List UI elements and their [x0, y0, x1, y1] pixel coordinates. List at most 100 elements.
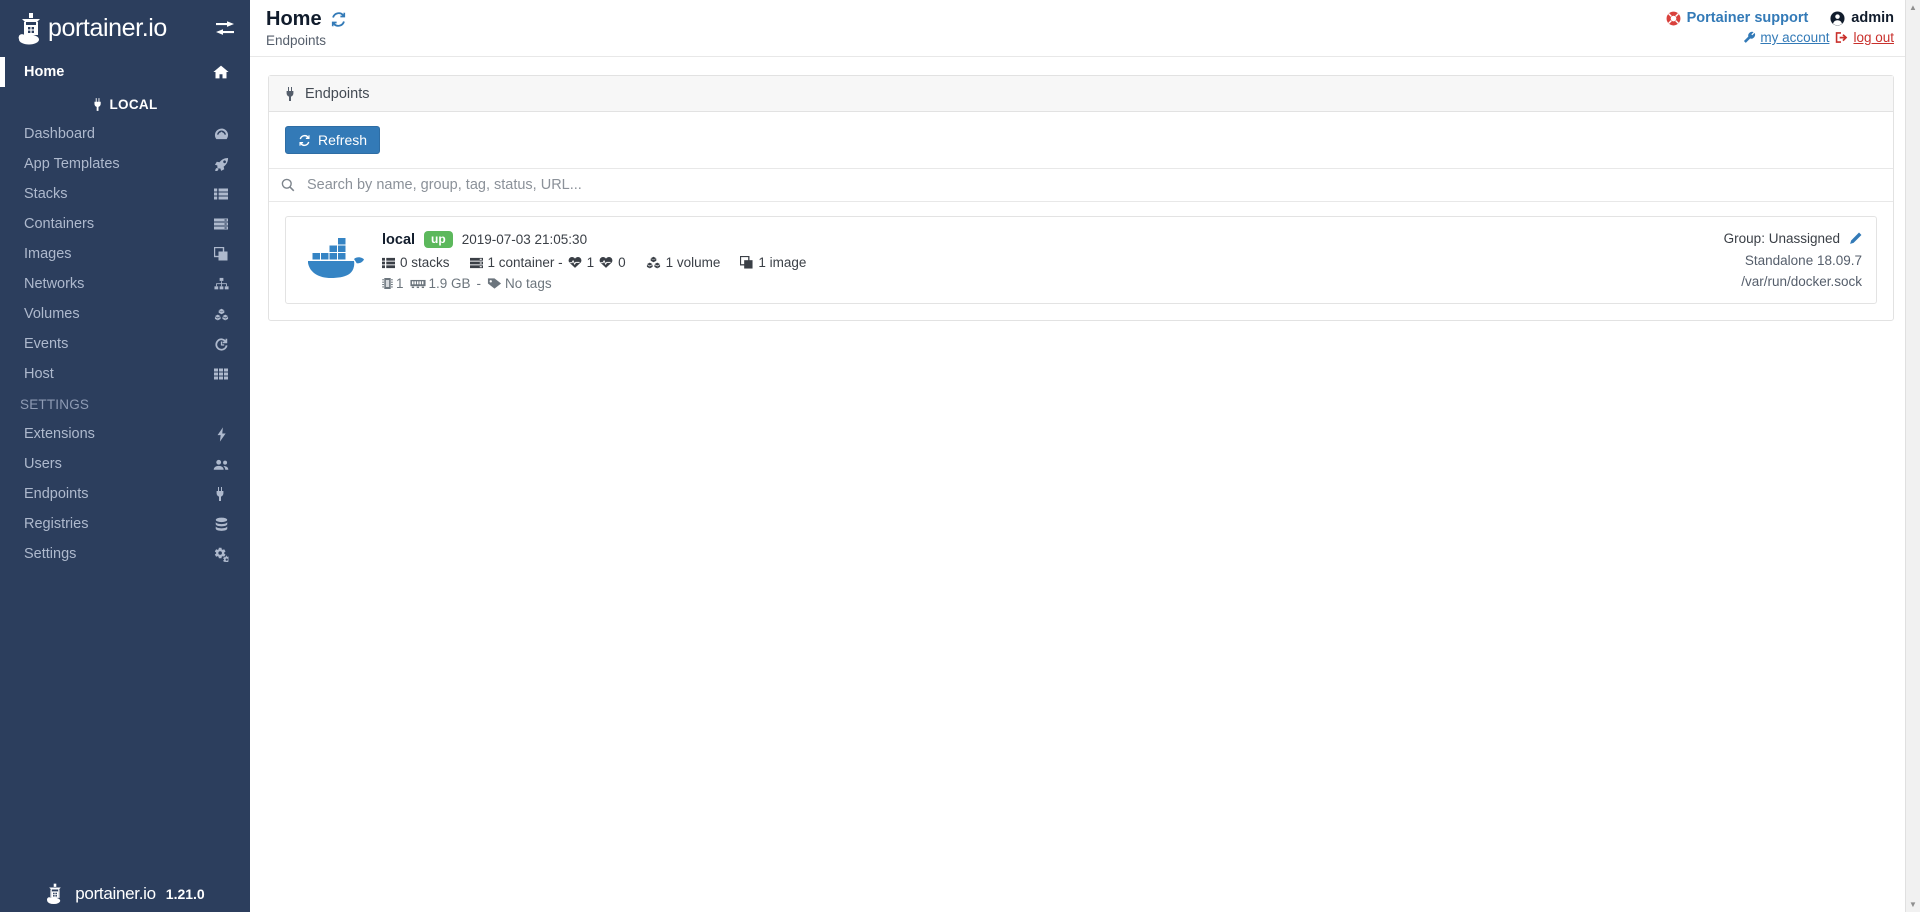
stat-containers-label: 1 container - — [487, 255, 563, 270]
clone-icon — [740, 256, 753, 269]
sidebar-item-label: Settings — [24, 546, 77, 562]
sidebar-item-label: Stacks — [24, 186, 68, 202]
stat-tags: No tags — [487, 276, 552, 291]
plug-icon — [285, 86, 297, 101]
footer-brand-name: portainer.io — [75, 884, 156, 903]
docker-whale-icon — [298, 229, 374, 283]
sidebar-item-containers[interactable]: Containers — [0, 209, 250, 239]
footer-version: 1.21.0 — [165, 886, 205, 902]
separator: - — [476, 276, 482, 291]
plug-icon — [93, 97, 104, 111]
sidebar-item-label: Home — [24, 64, 65, 80]
scroll-down-icon[interactable]: ▼ — [1906, 897, 1920, 912]
sidebar-item-label: Containers — [24, 216, 95, 232]
th-list-icon — [212, 186, 230, 202]
sidebar-section-label: SETTINGS — [20, 396, 90, 412]
sign-out-icon — [1835, 31, 1849, 44]
sidebar-item-networks[interactable]: Networks — [0, 269, 250, 299]
logout-link[interactable]: log out — [1835, 30, 1894, 45]
endpoint-resources: 1 1.9 GB - No tags — [382, 276, 1532, 291]
life-ring-icon — [1666, 11, 1681, 26]
username-label: admin — [1851, 10, 1894, 26]
content-area: Endpoints Refresh Search by name, group,… — [250, 57, 1920, 321]
sidebar-item-label: Users — [24, 456, 62, 472]
sidebar-item-users[interactable]: Users — [0, 449, 250, 479]
unhealthy-count: 0 — [618, 255, 626, 270]
sidebar: portainer.io Home LOCAL Dashboard App Tem… — [0, 0, 250, 912]
sidebar-local-items: Dashboard App Templates Stacks Containers Im… — [0, 119, 250, 389]
user-circle-icon — [1830, 10, 1845, 26]
sidebar-item-label: Networks — [24, 276, 85, 292]
refresh-icon[interactable] — [330, 11, 347, 28]
sidebar-item-volumes[interactable]: Volumes — [0, 299, 250, 329]
sidebar-item-label: Host — [24, 366, 54, 382]
refresh-button[interactable]: Refresh — [285, 126, 381, 154]
sitemap-icon — [212, 276, 230, 292]
sidebar-item-events[interactable]: Events — [0, 329, 250, 359]
portainer-support-label: Portainer support — [1686, 10, 1809, 26]
user-area: Portainer support admin my account log o… — [1666, 8, 1894, 45]
sidebar-item-label: Registries — [24, 516, 89, 532]
portainer-support-link[interactable]: Portainer support — [1666, 10, 1809, 26]
sidebar-item-label: Images — [24, 246, 72, 262]
heartbeat-green-icon — [568, 256, 582, 269]
server-icon — [212, 216, 230, 232]
toggle-sidebar-icon[interactable] — [214, 18, 236, 40]
my-account-label: my account — [1760, 30, 1830, 45]
my-account-link[interactable]: my account — [1743, 30, 1829, 45]
endpoint-info: local up 2019-07-03 21:05:30 0 stacks 1 … — [374, 229, 1532, 291]
wrench-icon — [1743, 31, 1756, 44]
stat-volumes: 1 volume — [646, 255, 721, 270]
endpoint-card[interactable]: local up 2019-07-03 21:05:30 0 stacks 1 … — [285, 216, 1877, 304]
stat-tags-label: No tags — [505, 276, 552, 291]
endpoint-url: /var/run/docker.sock — [1741, 274, 1862, 289]
breadcrumb: Endpoints — [266, 33, 327, 48]
sidebar-item-endpoints[interactable]: Endpoints — [0, 479, 250, 509]
sidebar-item-app-templates[interactable]: App Templates — [0, 149, 250, 179]
sidebar-section-local: LOCAL — [0, 89, 250, 119]
clone-icon — [212, 246, 230, 262]
endpoint-meta: Group: Unassigned Standalone 18.09.7 /va… — [1532, 229, 1862, 289]
microchip-icon — [382, 277, 393, 290]
sidebar-item-settings[interactable]: Settings — [0, 539, 250, 569]
page-header: Home Endpoints — [266, 8, 347, 48]
endpoints-list: local up 2019-07-03 21:05:30 0 stacks 1 … — [285, 202, 1877, 320]
scroll-up-icon[interactable]: ▲ — [1906, 0, 1920, 15]
user-menu[interactable]: admin — [1830, 10, 1894, 26]
server-icon — [469, 257, 483, 269]
stat-images-label: 1 image — [758, 255, 807, 270]
bolt-icon — [212, 426, 230, 442]
memory-icon — [409, 278, 426, 289]
healthy-count: 1 — [586, 255, 595, 270]
stat-stacks: 0 stacks — [382, 255, 450, 270]
sidebar-item-host[interactable]: Host — [0, 359, 250, 389]
sidebar-item-label: App Templates — [24, 156, 120, 172]
heartbeat-red-icon — [599, 256, 613, 269]
sidebar-item-label: Extensions — [24, 426, 95, 442]
stat-images: 1 image — [740, 255, 806, 270]
sidebar-item-extensions[interactable]: Extensions — [0, 419, 250, 449]
sidebar-item-home[interactable]: Home — [0, 57, 250, 87]
sidebar-item-images[interactable]: Images — [0, 239, 250, 269]
gears-icon — [212, 546, 230, 562]
plug-icon — [212, 486, 230, 502]
panel-body: Refresh Search by name, group, tag, stat… — [269, 112, 1893, 320]
sidebar-item-label: Dashboard — [24, 126, 95, 142]
sidebar-item-stacks[interactable]: Stacks — [0, 179, 250, 209]
cubes-icon — [646, 256, 661, 269]
sidebar-settings-items: Extensions Users Endpoints Registries Settin… — [0, 419, 250, 569]
brand-header: portainer.io — [0, 0, 250, 57]
brand-name: portainer.io — [48, 14, 167, 42]
th-icon — [212, 366, 230, 382]
sidebar-item-registries[interactable]: Registries — [0, 509, 250, 539]
pencil-icon[interactable] — [1849, 232, 1862, 245]
sidebar-item-dashboard[interactable]: Dashboard — [0, 119, 250, 149]
sidebar-item-label: Events — [24, 336, 69, 352]
page-title: Home — [266, 8, 322, 30]
endpoint-group: Group: Unassigned — [1723, 231, 1840, 246]
endpoints-panel: Endpoints Refresh Search by name, group,… — [268, 75, 1894, 321]
page-scrollbar[interactable]: ▲ ▼ — [1905, 0, 1920, 912]
cubes-icon — [212, 306, 230, 322]
search-input[interactable] — [305, 176, 1885, 194]
stat-volumes-label: 1 volume — [665, 255, 721, 270]
